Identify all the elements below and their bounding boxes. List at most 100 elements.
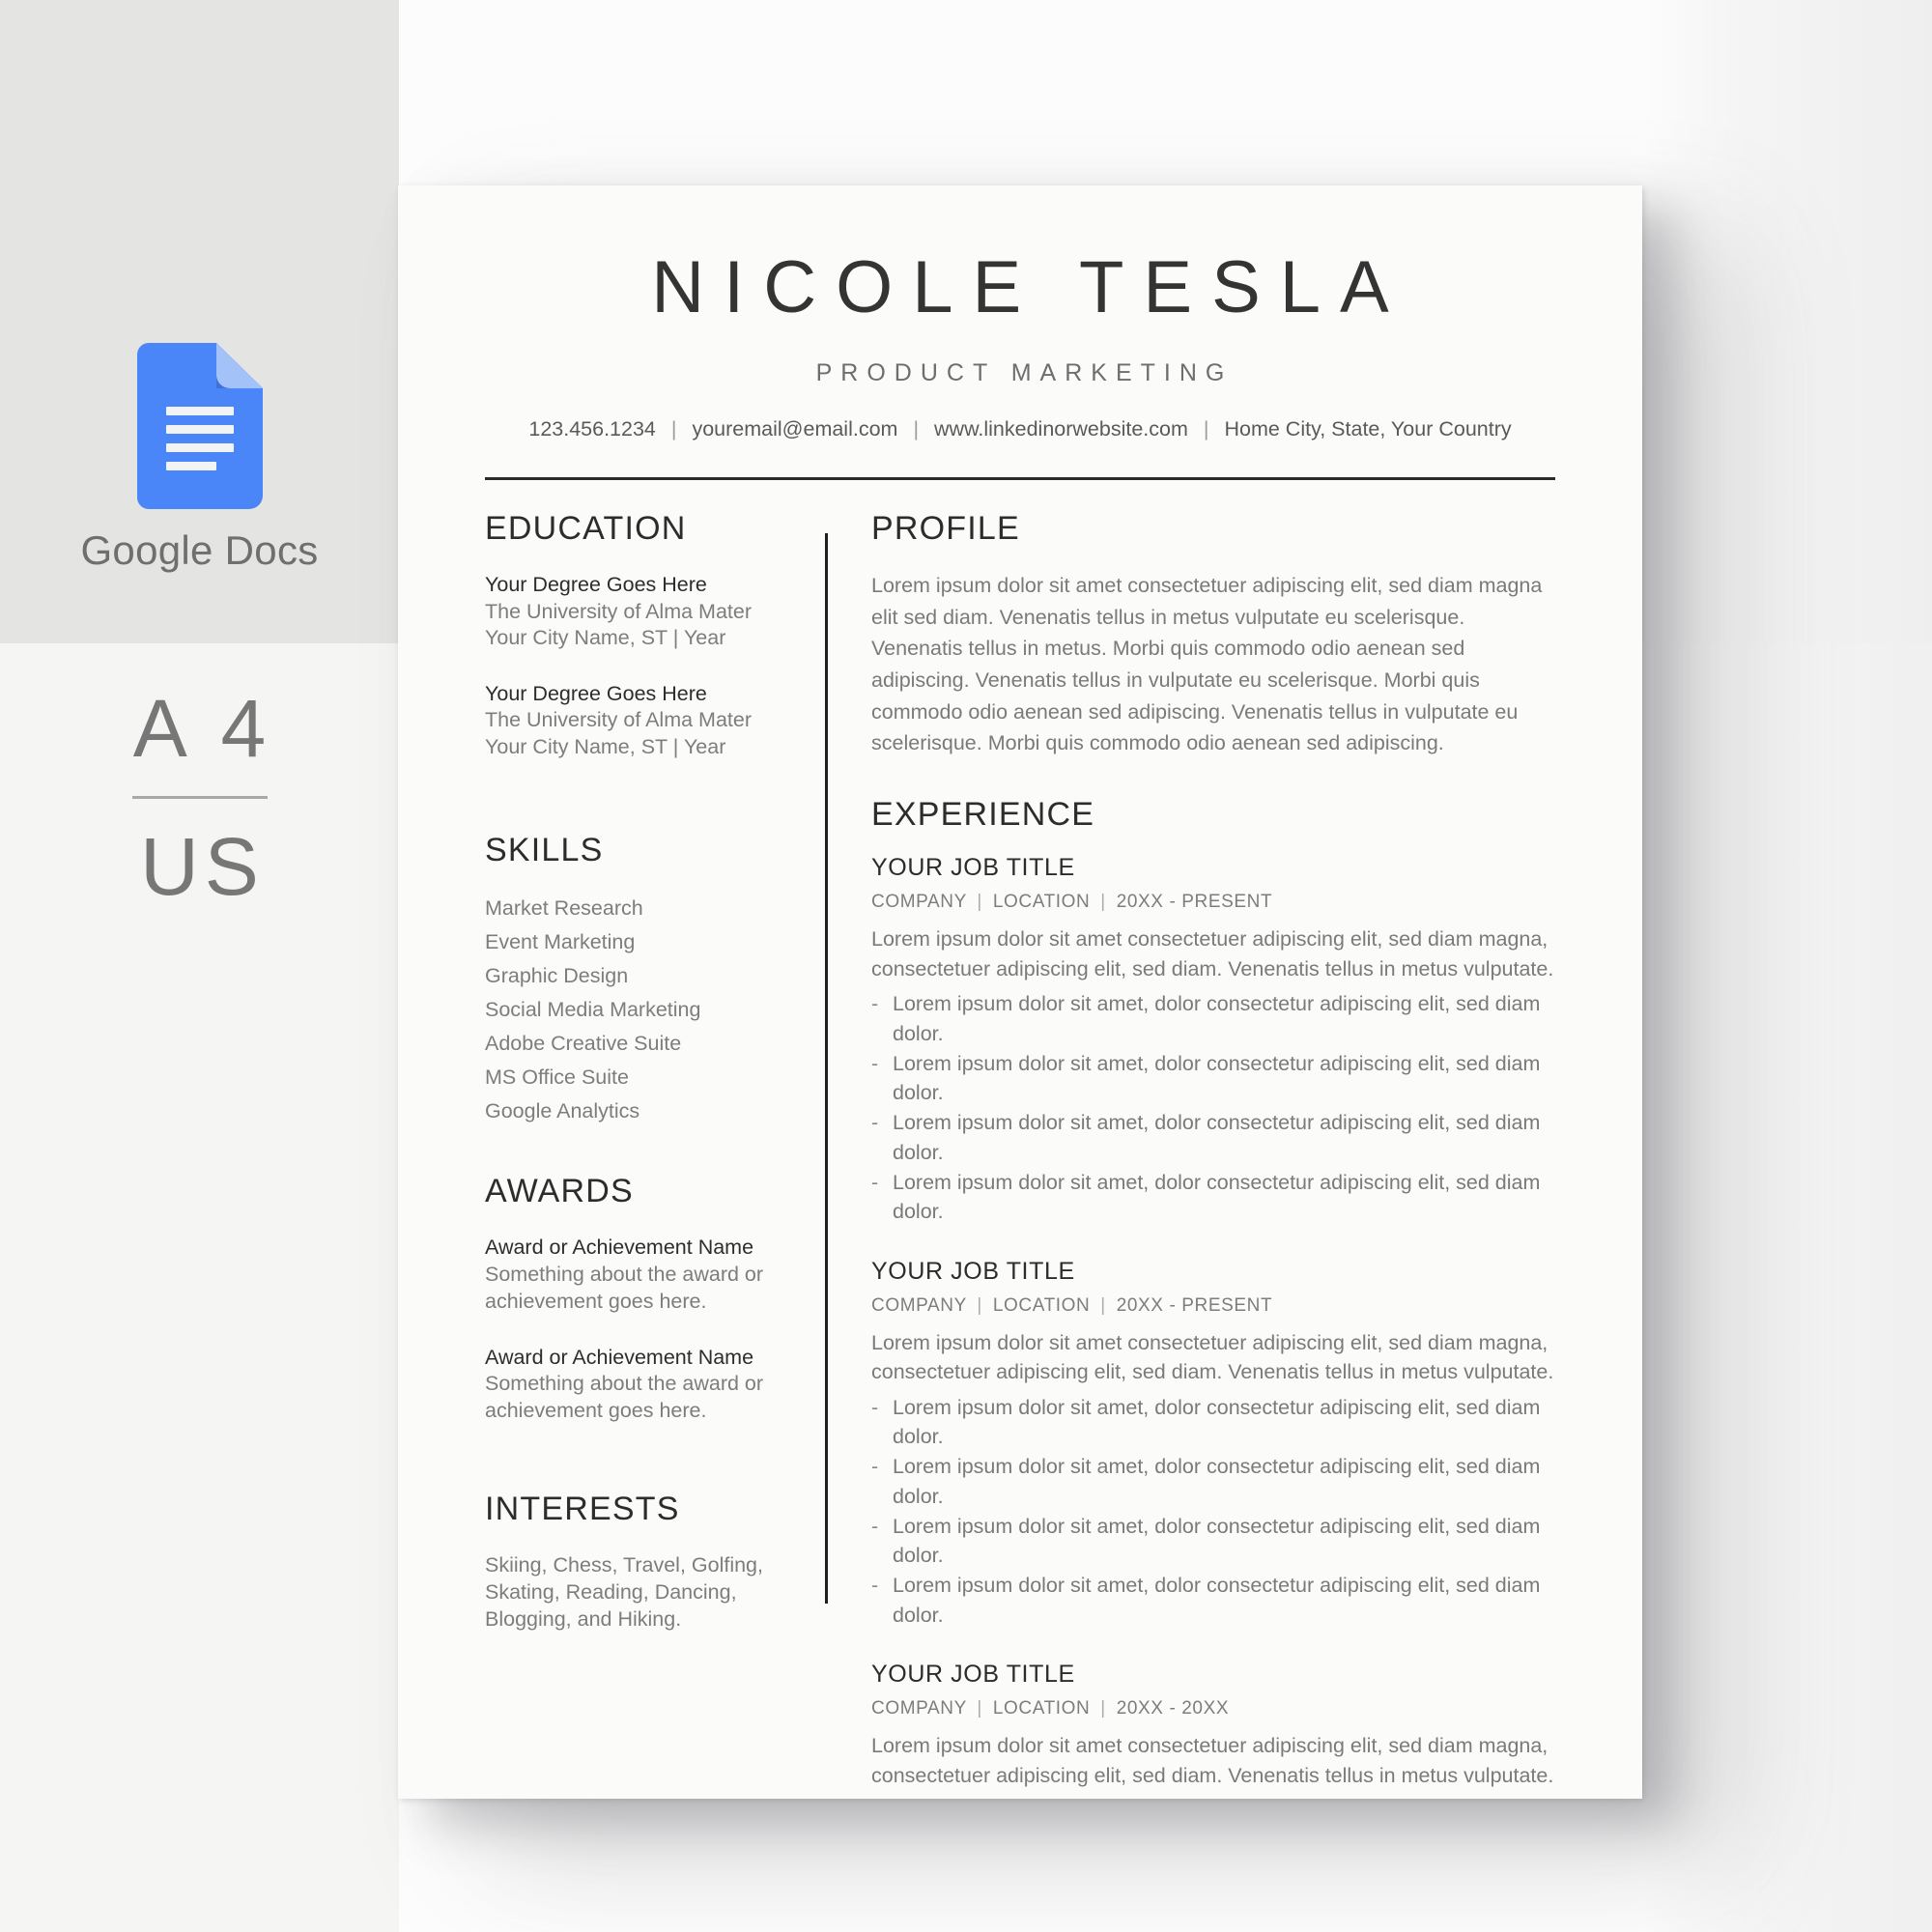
resume-right-column: PROFILE Lorem ipsum dolor sit amet conse…	[871, 512, 1557, 1799]
job-title: YOUR JOB TITLE	[871, 1257, 1075, 1285]
education-degree: Your Degree Goes Here	[485, 573, 707, 596]
job-meta-separator: |	[977, 1294, 982, 1316]
section-heading-profile: PROFILE	[871, 510, 1020, 547]
bullet-marker-icon: -	[871, 1574, 879, 1598]
job-bullet-text: Lorem ipsum dolor sit amet, dolor consec…	[893, 1514, 1541, 1568]
award-title: Award or Achievement Name	[485, 1236, 754, 1260]
contact-website: www.linkedinorwebsite.com	[934, 417, 1188, 440]
bullet-marker-icon: -	[871, 1455, 879, 1479]
job-bullet: - Lorem ipsum dolor sit amet, dolor cons…	[871, 1168, 1557, 1227]
interests-text: Skiing, Chess, Travel, Golfing, Skating,…	[485, 1552, 763, 1631]
job-bullet-text: Lorem ipsum dolor sit amet, dolor consec…	[893, 1395, 1541, 1449]
job-meta: COMPANY | LOCATION | 20XX - 20XX	[871, 1699, 1557, 1718]
education-place: Your City Name, ST | Year	[485, 626, 726, 650]
job-bullet-text: Lorem ipsum dolor sit amet, dolor consec…	[893, 992, 1541, 1045]
job-dates: 20XX - PRESENT	[1116, 892, 1273, 913]
bullet-marker-icon: -	[871, 1111, 879, 1135]
education-school: The University of Alma Mater	[485, 708, 753, 732]
paper-size-a4: A 4	[132, 683, 274, 774]
bullet-marker-icon: -	[871, 1051, 879, 1075]
google-docs-document-icon	[136, 343, 263, 509]
skill-item: Social Media Marketing	[485, 998, 701, 1022]
education-place: Your City Name, ST | Year	[485, 734, 726, 758]
job-company: COMPANY	[871, 1698, 967, 1719]
job-description: Lorem ipsum dolor sit amet consectetuer …	[871, 1330, 1554, 1384]
job-bullet: - Lorem ipsum dolor sit amet, dolor cons…	[871, 1512, 1557, 1571]
resume-page: NICOLE TESLA PRODUCT MARKETING 123.456.1…	[398, 185, 1642, 1799]
contact-separator: |	[670, 417, 677, 440]
skill-item: Graphic Design	[485, 964, 629, 988]
column-vertical-divider	[825, 533, 828, 1604]
job-title: YOUR JOB TITLE	[871, 854, 1075, 882]
candidate-role: PRODUCT MARKETING	[815, 359, 1234, 386]
job-bullet: - Lorem ipsum dolor sit amet, dolor cons…	[871, 1108, 1557, 1167]
job-meta-separator: |	[1100, 1294, 1106, 1316]
award-item: Award or Achievement Name Something abou…	[485, 1235, 804, 1315]
paper-size-badge: A 4 US	[0, 688, 399, 907]
job-description: Lorem ipsum dolor sit amet consectetuer …	[871, 1734, 1554, 1787]
background-right-shading	[1642, 0, 1932, 1932]
job-meta: COMPANY | LOCATION | 20XX - PRESENT	[871, 1296, 1557, 1315]
award-title: Award or Achievement Name	[485, 1345, 754, 1369]
paper-size-us: US	[140, 821, 265, 912]
contact-line: 123.456.1234 | youremail@email.com | www…	[398, 417, 1642, 440]
job-dates: 20XX - 20XX	[1116, 1698, 1230, 1719]
contact-email: youremail@email.com	[692, 417, 898, 440]
job-bullet: - Lorem ipsum dolor sit amet, dolor cons…	[871, 1571, 1557, 1630]
bullet-marker-icon: -	[871, 1796, 893, 1799]
contact-separator: |	[1203, 417, 1209, 440]
job-bullet-text: Lorem ipsum dolor sit amet, dolor consec…	[893, 1574, 1541, 1627]
job-location: LOCATION	[992, 1294, 1091, 1316]
bullet-marker-icon: -	[871, 1514, 879, 1538]
skill-item: MS Office Suite	[485, 1065, 629, 1090]
contact-location: Home City, State, Your Country	[1224, 417, 1512, 440]
job-company: COMPANY	[871, 1294, 967, 1316]
job-dates: 20XX - PRESENT	[1116, 1294, 1273, 1316]
section-heading-skills: SKILLS	[485, 832, 604, 869]
section-heading-education: EDUCATION	[485, 510, 687, 547]
job-location: LOCATION	[992, 892, 1091, 913]
job-description: Lorem ipsum dolor sit amet consectetuer …	[871, 927, 1554, 980]
experience-job: YOUR JOB TITLE COMPANY | LOCATION | 20XX…	[871, 1662, 1557, 1799]
award-description: Something about the award or achievement…	[485, 1372, 764, 1423]
job-meta-separator: |	[977, 892, 982, 913]
job-bullet: - Lorem ipsum dolor sit amet, dolor cons…	[871, 1393, 1557, 1452]
skill-item: Event Marketing	[485, 930, 636, 954]
job-bullet-text: Lorem ipsum dolor sit amet, dolor consec…	[893, 1111, 1541, 1164]
contact-phone: 123.456.1234	[528, 417, 656, 440]
experience-job: YOUR JOB TITLE COMPANY | LOCATION | 20XX…	[871, 1257, 1557, 1631]
skill-item: Google Analytics	[485, 1099, 640, 1123]
screenshot-stage: Google Docs A 4 US NICOLE TESLA PRODUCT …	[0, 0, 1932, 1932]
section-heading-interests: INTERESTS	[485, 1490, 680, 1527]
education-school: The University of Alma Mater	[485, 599, 753, 623]
resume-left-column: EDUCATION Your Degree Goes Here The Univ…	[485, 512, 804, 1634]
job-bullet-text: Lorem ipsum dolor sit amet, dolor consec…	[893, 1455, 1541, 1508]
job-location: LOCATION	[992, 1698, 1091, 1719]
job-bullet-text: Lorem ipsum dolor sit amet, dolor consec…	[893, 1796, 1557, 1799]
job-company: COMPANY	[871, 892, 967, 913]
education-degree: Your Degree Goes Here	[485, 681, 707, 705]
award-description: Something about the award or achievement…	[485, 1262, 764, 1313]
job-bullet: - Lorem ipsum dolor sit amet, dolor cons…	[871, 1796, 1557, 1799]
paper-size-divider	[131, 796, 268, 799]
skill-item: Adobe Creative Suite	[485, 1032, 682, 1056]
job-bullet-text: Lorem ipsum dolor sit amet, dolor consec…	[893, 1170, 1541, 1224]
job-meta-separator: |	[977, 1698, 982, 1719]
contact-separator: |	[913, 417, 920, 440]
job-title: YOUR JOB TITLE	[871, 1661, 1075, 1689]
section-heading-awards: AWARDS	[485, 1173, 634, 1210]
profile-text: Lorem ipsum dolor sit amet consectetuer …	[871, 574, 1543, 755]
header-horizontal-rule	[485, 477, 1555, 480]
skill-item: Market Research	[485, 896, 643, 921]
job-bullet: - Lorem ipsum dolor sit amet, dolor cons…	[871, 1049, 1557, 1108]
education-item: Your Degree Goes Here The University of …	[485, 681, 804, 761]
candidate-name: NICOLE TESLA	[651, 246, 1408, 328]
job-meta-separator: |	[1100, 892, 1106, 913]
job-meta-separator: |	[1100, 1698, 1106, 1719]
google-docs-label: Google Docs	[80, 527, 319, 573]
education-item: Your Degree Goes Here The University of …	[485, 572, 804, 652]
